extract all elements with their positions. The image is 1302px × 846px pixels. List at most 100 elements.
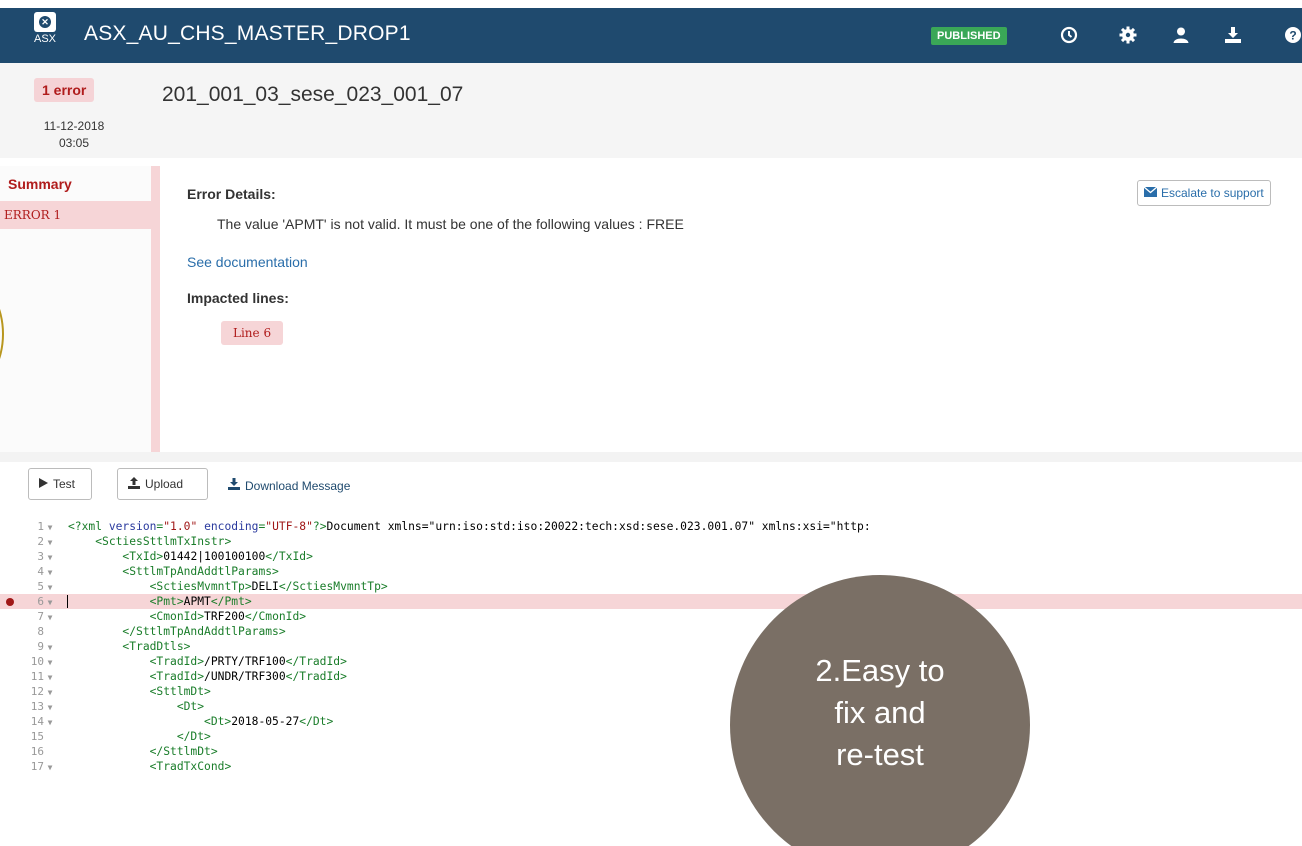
code-text: <Dt>2018-05-27</Dt> [204, 715, 334, 728]
code-line[interactable]: 13 ▼ <Dt> [0, 699, 1302, 714]
history-icon[interactable] [1058, 24, 1080, 46]
fold-arrow-icon[interactable]: ▼ [44, 655, 56, 670]
callout-line-3: re-test [836, 737, 924, 772]
code-line[interactable]: 15 </Dt> [0, 729, 1302, 744]
message-timestamp: 11-12-2018 03:05 [36, 118, 112, 152]
code-line[interactable]: 16 </SttlmDt> [0, 744, 1302, 759]
app-header: ✕ ASX ASX_AU_CHS_MASTER_DROP1 PUBLISHED … [0, 8, 1302, 63]
error-details-panel: Error Details: The value 'APMT' is not v… [170, 166, 1302, 452]
see-documentation-link[interactable]: See documentation [187, 254, 308, 270]
code-text: <TxId>01442|100100100</TxId> [122, 550, 313, 563]
gear-icon[interactable] [1117, 24, 1139, 46]
error-marker-icon[interactable] [6, 598, 14, 606]
code-line[interactable]: 1 ▼ <?xml version="1.0" encoding="UTF-8"?>… [0, 519, 1302, 534]
code-line[interactable]: 3 ▼ <TxId>01442|100100100</TxId> [0, 549, 1302, 564]
upload-icon [128, 476, 140, 492]
code-line[interactable]: 14 ▼ <Dt>2018-05-27</Dt> [0, 714, 1302, 729]
help-icon[interactable]: ? [1282, 24, 1302, 46]
line-number: 12 ▼ [0, 684, 62, 699]
code-text: <SctiesMvmntTp>DELI</SctiesMvmntTp> [149, 580, 388, 593]
code-line[interactable]: 10 ▼ <TradId>/PRTY/TRF100</TradId> [0, 654, 1302, 669]
message-header: 1 error 11-12-2018 03:05 201_001_03_sese… [0, 63, 1302, 158]
fold-arrow-icon[interactable]: ▼ [44, 610, 56, 625]
line-number: 7 ▼ [0, 609, 62, 624]
download-icon[interactable] [1222, 24, 1244, 46]
line-number: 15 [30, 730, 44, 743]
play-icon [39, 477, 48, 491]
code-line[interactable]: 2 ▼ <SctiesSttlmTxInstr> [0, 534, 1302, 549]
app-root: { "header": { "logo_text": "ASX", "app_t… [0, 0, 1302, 846]
code-text: <TradId>/PRTY/TRF100</TradId> [149, 655, 347, 668]
fold-arrow-icon[interactable]: ▼ [44, 535, 56, 550]
xml-code-editor[interactable]: 1 ▼ <?xml version="1.0" encoding="UTF-8"?>… [0, 519, 1302, 846]
status-badge: PUBLISHED [931, 27, 1007, 45]
callout-line-2: fix and [834, 695, 926, 730]
code-line[interactable]: 8 </SttlmTpAndAddtlParams> [0, 624, 1302, 639]
user-icon[interactable] [1170, 24, 1192, 46]
fold-arrow-icon[interactable]: ▼ [44, 670, 56, 685]
line-number: 11 ▼ [0, 669, 62, 684]
fold-arrow-icon[interactable]: ▼ [44, 520, 56, 535]
code-text: <CmonId>TRF200</CmonId> [149, 610, 307, 623]
asx-logo: ✕ ASX [34, 12, 56, 46]
code-text: <TradId>/UNDR/TRF300</TradId> [149, 670, 347, 683]
download-icon [228, 478, 240, 493]
line-number: 17 ▼ [0, 759, 62, 774]
code-line[interactable]: 7 ▼ <CmonId>TRF200</CmonId> [0, 609, 1302, 624]
fold-arrow-icon[interactable]: ▼ [44, 760, 56, 775]
sidebar-item-summary[interactable]: Summary [8, 176, 72, 192]
sidebar-item-error-1[interactable]: ERROR 1 [0, 201, 151, 229]
fold-arrow-icon[interactable]: ▼ [44, 595, 56, 610]
code-line[interactable]: 12 ▼ <SttlmDt> [0, 684, 1302, 699]
code-line[interactable]: 4 ▼ <SttlmTpAndAddtlParams> [0, 564, 1302, 579]
code-line-error[interactable]: 6 ▼ <Pmt>APMT</Pmt> [0, 594, 1302, 609]
svg-text:?: ? [1289, 29, 1296, 43]
code-text: </SttlmTpAndAddtlParams> [122, 625, 286, 638]
fold-arrow-icon[interactable]: ▼ [44, 580, 56, 595]
code-line[interactable]: 5 ▼ <SctiesMvmntTp>DELI</SctiesMvmntTp> [0, 579, 1302, 594]
error-count-badge: 1 error [34, 78, 95, 102]
section-divider [0, 452, 1302, 462]
impacted-lines-heading: Impacted lines: [187, 290, 289, 306]
download-message-link[interactable]: Download Message [228, 478, 350, 493]
envelope-icon [1143, 181, 1158, 205]
fold-arrow-icon[interactable]: ▼ [44, 640, 56, 655]
top-strip [0, 0, 1302, 8]
line-number: 13 ▼ [0, 699, 62, 714]
upload-button[interactable]: Upload [117, 468, 208, 500]
line-number: 1 ▼ [0, 519, 62, 534]
download-message-label: Download Message [245, 478, 351, 493]
code-text: <SttlmTpAndAddtlParams> [122, 565, 279, 578]
error-details-heading: Error Details: [187, 186, 276, 202]
fold-arrow-icon[interactable]: ▼ [44, 550, 56, 565]
message-date: 11-12-2018 [43, 119, 105, 133]
code-text: <?xml version="1.0" encoding="UTF-8"?>Do… [68, 520, 871, 533]
fold-arrow-icon[interactable]: ▼ [44, 715, 56, 730]
code-line[interactable]: 17 ▼ <TradTxCond> [0, 759, 1302, 774]
message-time: 03:05 [58, 136, 90, 150]
escalate-label: Escalate to support [1161, 186, 1264, 200]
code-text: <TradDtls> [122, 640, 191, 653]
code-text: <TradTxCond> [149, 760, 232, 773]
asx-logo-text: ASX [34, 33, 57, 45]
code-text: </Dt> [176, 730, 211, 743]
code-text: </SttlmDt> [149, 745, 218, 758]
line-number: 16 [30, 745, 44, 758]
line-number: 14 ▼ [0, 714, 62, 729]
code-text: <SttlmDt> [149, 685, 211, 698]
code-line[interactable]: 11 ▼ <TradId>/UNDR/TRF300</TradId> [0, 669, 1302, 684]
line-number: 4 ▼ [0, 564, 62, 579]
app-title: ASX_AU_CHS_MASTER_DROP1 [84, 22, 411, 45]
code-text: <Dt> [176, 700, 205, 713]
line-number: 10 ▼ [0, 654, 62, 669]
code-line[interactable]: 9 ▼ <TradDtls> [0, 639, 1302, 654]
fold-arrow-icon[interactable]: ▼ [44, 565, 56, 580]
test-button[interactable]: Test [28, 468, 92, 500]
code-text: <SctiesSttlmTxInstr> [95, 535, 232, 548]
callout-line-1: 2.Easy to [815, 653, 945, 688]
escalate-to-support-button[interactable]: Escalate to support [1137, 180, 1271, 206]
fold-arrow-icon[interactable]: ▼ [44, 685, 56, 700]
fold-arrow-icon[interactable]: ▼ [44, 700, 56, 715]
impacted-line-badge[interactable]: Line 6 [221, 321, 284, 345]
message-title: 201_001_03_sese_023_001_07 [162, 83, 464, 106]
